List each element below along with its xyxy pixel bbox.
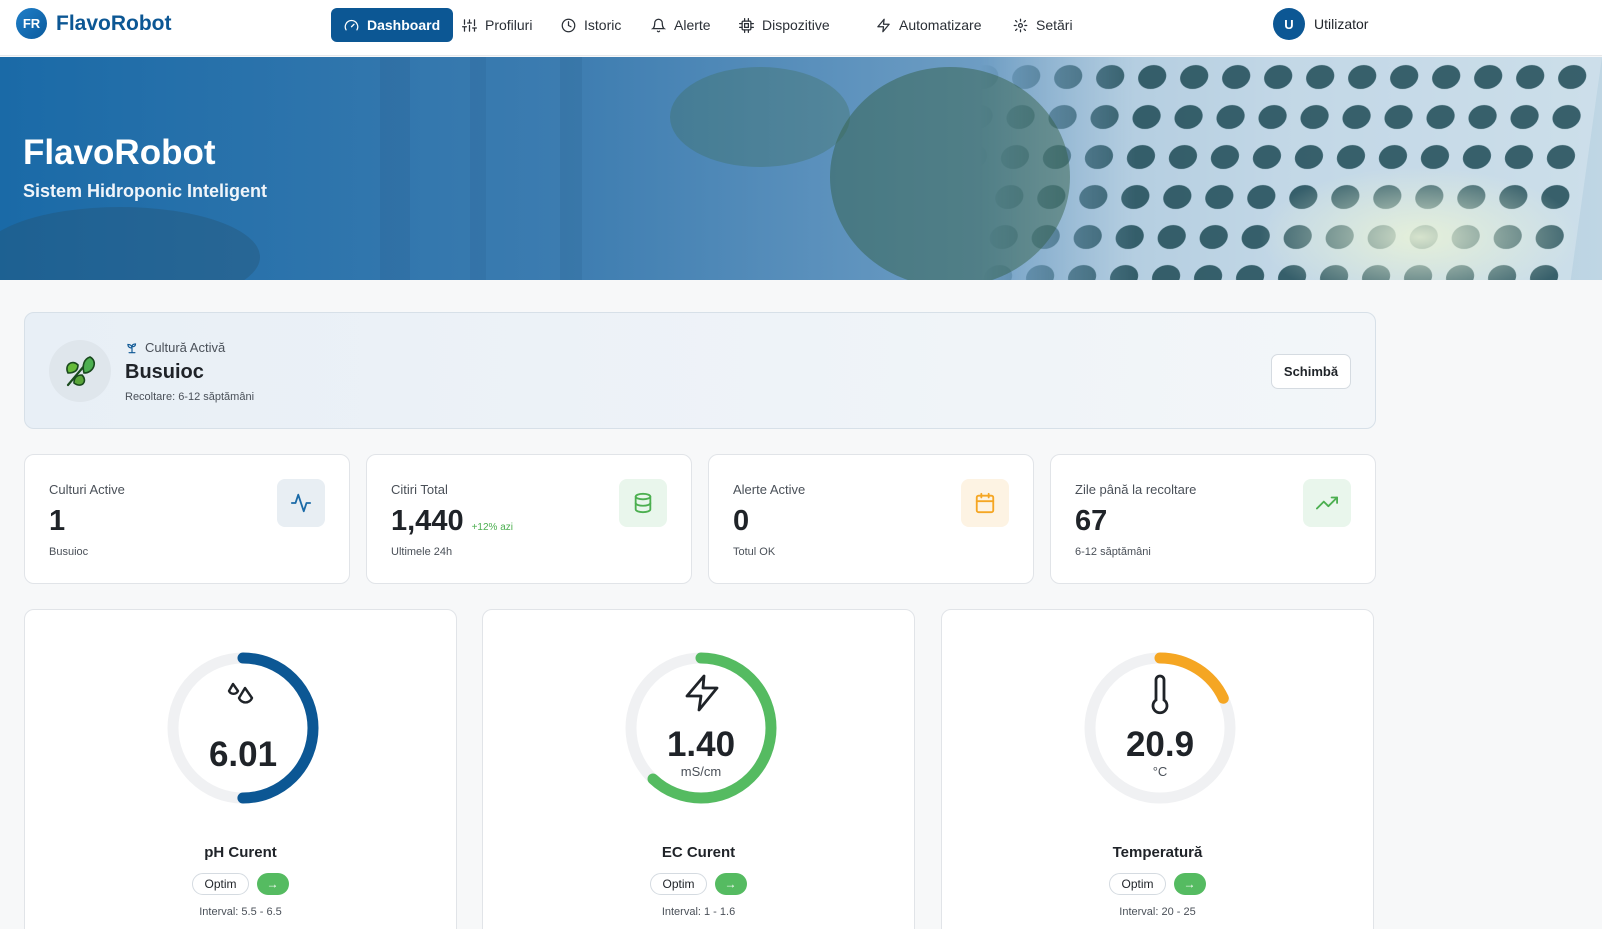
- gear-icon: [1013, 18, 1028, 32]
- active-crop-name: Busuioc: [125, 361, 204, 383]
- temperature-unit: °C: [1153, 764, 1168, 779]
- gauge-badges: Optim →: [942, 873, 1373, 895]
- user-menu[interactable]: U Utilizator: [1273, 8, 1368, 40]
- stat-value: 67: [1075, 505, 1107, 538]
- gauge-range: Interval: 1 - 1.6: [661, 906, 736, 918]
- ec-unit: mS/cm: [681, 764, 721, 779]
- stat-card-active-crops: Culturi Active 1 Busuioc: [24, 454, 350, 584]
- stat-number: 67: [1075, 505, 1108, 537]
- gauge-title: Temperatură: [1112, 844, 1203, 861]
- nav-automatizare[interactable]: Automatizare: [864, 8, 993, 42]
- ec-value: 1.40: [667, 725, 735, 764]
- sliders-icon: [462, 18, 477, 32]
- stat-sub: Busuioc: [49, 546, 89, 558]
- nav-label: Istoric: [584, 17, 622, 33]
- gauge-badges: Optim →: [25, 873, 456, 895]
- gauge-title: EC Curent: [661, 844, 736, 861]
- temperature-gauge: 20.9 °C: [1084, 652, 1236, 804]
- nav-label: Dispozitive: [762, 17, 830, 33]
- thermometer-icon: [1151, 674, 1169, 715]
- crop-label-text: Cultură Activă: [145, 340, 226, 355]
- logo-icon[interactable]: FR: [16, 8, 47, 39]
- activity-icon: [277, 479, 325, 527]
- gauge-card-temperature: 20.9 °C Temperatură Optim → Interval: 20…: [941, 609, 1374, 929]
- chip-icon: [739, 17, 754, 33]
- hero-title: FlavoRobot: [23, 133, 216, 172]
- ec-gauge: 1.40 mS/cm: [625, 652, 777, 804]
- calendar-icon: [961, 479, 1009, 527]
- hero-background-image: [0, 57, 1602, 280]
- status-badge: Optim: [650, 873, 707, 895]
- stat-value: 0: [733, 505, 749, 538]
- user-name: Utilizator: [1314, 16, 1369, 32]
- nav-istoric[interactable]: Istoric: [549, 8, 633, 42]
- trending-up-icon: [1303, 479, 1351, 527]
- stat-label: Culturi Active: [49, 482, 125, 497]
- ph-value: 6.01: [209, 735, 277, 774]
- active-crop-harvest: Recoltare: 6-12 săptămâni: [125, 391, 255, 403]
- gauge-range: Interval: 20 - 25: [1119, 906, 1196, 918]
- top-navbar: FR FlavoRobot Dashboard Profiluri Istori…: [0, 0, 1602, 56]
- gauge-range: Interval: 5.5 - 6.5: [199, 906, 282, 918]
- stat-value: 1: [49, 505, 65, 538]
- nav-profiluri[interactable]: Profiluri: [450, 8, 544, 42]
- droplets-icon: [227, 682, 254, 704]
- gauge-icon: [344, 19, 359, 30]
- stat-sub: Ultimele 24h: [391, 546, 453, 558]
- stat-label: Alerte Active: [733, 482, 806, 497]
- sprout-icon: [127, 342, 137, 353]
- stat-card-total-readings: Citiri Total 1,440 +12% azi Ultimele 24h: [366, 454, 692, 584]
- basil-leaf-icon: [49, 340, 111, 402]
- clock-icon: [561, 18, 576, 32]
- trend-badge: →: [1173, 873, 1206, 895]
- trend-badge: →: [714, 873, 747, 895]
- nav-label: Profiluri: [485, 17, 533, 33]
- brand-name[interactable]: FlavoRobot: [56, 12, 172, 36]
- stat-card-days-to-harvest: Zile până la recoltare 67 6-12 săptămâni: [1050, 454, 1376, 584]
- stat-label: Zile până la recoltare: [1075, 482, 1197, 497]
- stat-value: 1,440 +12% azi: [391, 505, 513, 538]
- database-icon: [619, 479, 667, 527]
- nav-label: Setări: [1036, 17, 1073, 33]
- stat-number: 1,440: [391, 505, 464, 537]
- active-crop-label: Cultură Activă: [125, 340, 225, 355]
- zap-icon: [877, 18, 890, 32]
- stat-delta: +12% azi: [471, 522, 513, 533]
- bell-icon: [651, 18, 666, 32]
- avatar[interactable]: U: [1273, 8, 1305, 40]
- nav-label: Automatizare: [899, 17, 982, 33]
- gauge-card-ec: 1.40 mS/cm EC Curent Optim → Interval: 1…: [482, 609, 915, 929]
- gauge-badges: Optim →: [483, 873, 914, 895]
- ph-gauge: 6.01: [167, 652, 319, 804]
- stat-number: 0: [733, 505, 750, 537]
- stat-sub: Totul OK: [733, 546, 776, 558]
- active-crop-card: Cultură Activă Busuioc Recoltare: 6-12 s…: [24, 312, 1376, 429]
- hero-banner: FlavoRobot Sistem Hidroponic Inteligent: [0, 57, 1602, 280]
- change-crop-button[interactable]: Schimbă: [1271, 354, 1351, 389]
- gauge-card-ph: 6.01 pH Curent Optim → Interval: 5.5 - 6…: [24, 609, 457, 929]
- nav-dispozitive[interactable]: Dispozitive: [727, 8, 842, 42]
- nav-label: Alerte: [674, 17, 711, 33]
- trend-badge: →: [256, 873, 289, 895]
- stat-number: 1: [49, 505, 66, 537]
- nav-dashboard[interactable]: Dashboard: [331, 8, 454, 42]
- temperature-value: 20.9: [1126, 725, 1194, 764]
- stat-label: Citiri Total: [391, 482, 448, 497]
- nav-setari[interactable]: Setări: [1001, 8, 1085, 42]
- status-badge: Optim: [1109, 873, 1166, 895]
- nav-label: Dashboard: [367, 17, 441, 33]
- status-badge: Optim: [192, 873, 249, 895]
- stat-sub: 6-12 săptămâni: [1075, 546, 1151, 558]
- zap-icon: [685, 674, 719, 712]
- nav-alerte[interactable]: Alerte: [639, 8, 723, 42]
- hero-subtitle: Sistem Hidroponic Inteligent: [23, 181, 268, 201]
- gauge-title: pH Curent: [204, 844, 277, 861]
- stat-card-active-alerts: Alerte Active 0 Totul OK: [708, 454, 1034, 584]
